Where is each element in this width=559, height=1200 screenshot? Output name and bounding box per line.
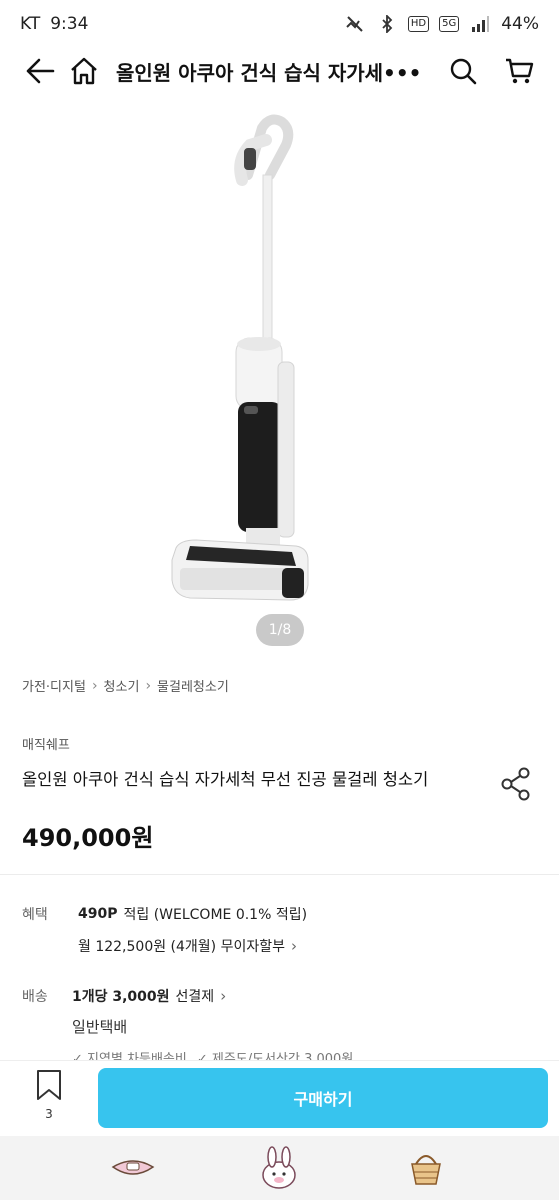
product-image: [171, 114, 309, 601]
product-image-gallery[interactable]: [0, 100, 559, 660]
bottom-action-bar: 3 구매하기: [0, 1060, 559, 1136]
basket-sticker-icon: [410, 1155, 441, 1185]
breadcrumb-item[interactable]: 청소기: [104, 676, 140, 695]
search-icon: [450, 58, 477, 85]
page-title: 올인원 아쿠아 건식 습식 자가세•••: [116, 60, 422, 85]
chevron-right-icon: ›: [220, 987, 227, 1005]
bookmark-icon: [37, 1070, 61, 1100]
mute-icon: [344, 13, 366, 35]
home-icon: [71, 57, 97, 85]
shipping-label: 배송: [22, 989, 48, 1005]
chevron-right-icon: ›: [291, 937, 297, 955]
status-bar: KT 9:34 HD 5G 44%: [0, 0, 559, 48]
benefit-label: 혜택: [22, 907, 48, 923]
buy-button[interactable]: 구매하기: [98, 1068, 548, 1128]
section-divider: [0, 874, 559, 875]
breadcrumb: 가전·디지털 › 청소기 › 물걸레청소기: [22, 676, 229, 696]
back-button[interactable]: [18, 49, 62, 93]
sticker-item[interactable]: [252, 1144, 306, 1192]
bluetooth-icon: [376, 13, 398, 35]
shipping-fee: 1개당 3,000원: [72, 989, 170, 1005]
shipping-fee-suffix: 선결제: [175, 989, 215, 1005]
cart-button[interactable]: [497, 49, 541, 93]
shipping-fee-link[interactable]: 1개당 3,000원 선결제 ›: [72, 986, 226, 1006]
breadcrumb-item[interactable]: 가전·디지털: [22, 676, 86, 695]
image-counter: 1/8: [256, 614, 304, 646]
brand-name[interactable]: 매직쉐프: [22, 734, 70, 753]
network-badge: 5G: [439, 16, 460, 32]
points-detail: 적립 (WELCOME 0.1% 적립): [123, 907, 308, 923]
search-button[interactable]: [441, 49, 485, 93]
sticker-item[interactable]: [106, 1144, 160, 1192]
hd-badge: HD: [407, 16, 430, 32]
sticker-bar: [0, 1136, 559, 1200]
sticker-item[interactable]: [399, 1144, 453, 1192]
battery-level: 44%: [501, 14, 539, 34]
chevron-right-icon: ›: [91, 677, 98, 694]
wishlist-count: 3: [45, 1107, 53, 1121]
tray-sticker-icon: [111, 1160, 155, 1175]
cart-icon: [506, 58, 534, 84]
signal-icon: [469, 13, 491, 35]
product-title: 올인원 아쿠아 건식 습식 자가세척 무선 진공 물걸레 청소기: [22, 770, 429, 789]
points-amount: 490P: [78, 906, 118, 922]
share-icon: [501, 767, 530, 801]
home-button[interactable]: [62, 49, 106, 93]
points-info: 490P 적립 (WELCOME 0.1% 적립): [78, 904, 307, 924]
back-arrow-icon: [26, 58, 55, 84]
wishlist-button[interactable]: 3: [28, 1069, 70, 1129]
breadcrumb-item[interactable]: 물걸레청소기: [157, 676, 229, 695]
shipping-method: 일반택배: [72, 1018, 128, 1036]
bunny-sticker-icon: [262, 1146, 297, 1189]
installment-text: 월 122,500원 (4개월) 무이자할부: [78, 939, 285, 955]
app-header: 올인원 아쿠아 건식 습식 자가세•••: [0, 48, 559, 94]
chevron-right-icon: ›: [145, 677, 152, 694]
carrier-label: KT: [20, 14, 41, 34]
installment-link[interactable]: 월 122,500원 (4개월) 무이자할부 ›: [78, 936, 297, 956]
share-button[interactable]: [498, 766, 534, 802]
clock: 9:34: [50, 14, 89, 34]
product-price: 490,000원: [22, 824, 154, 852]
